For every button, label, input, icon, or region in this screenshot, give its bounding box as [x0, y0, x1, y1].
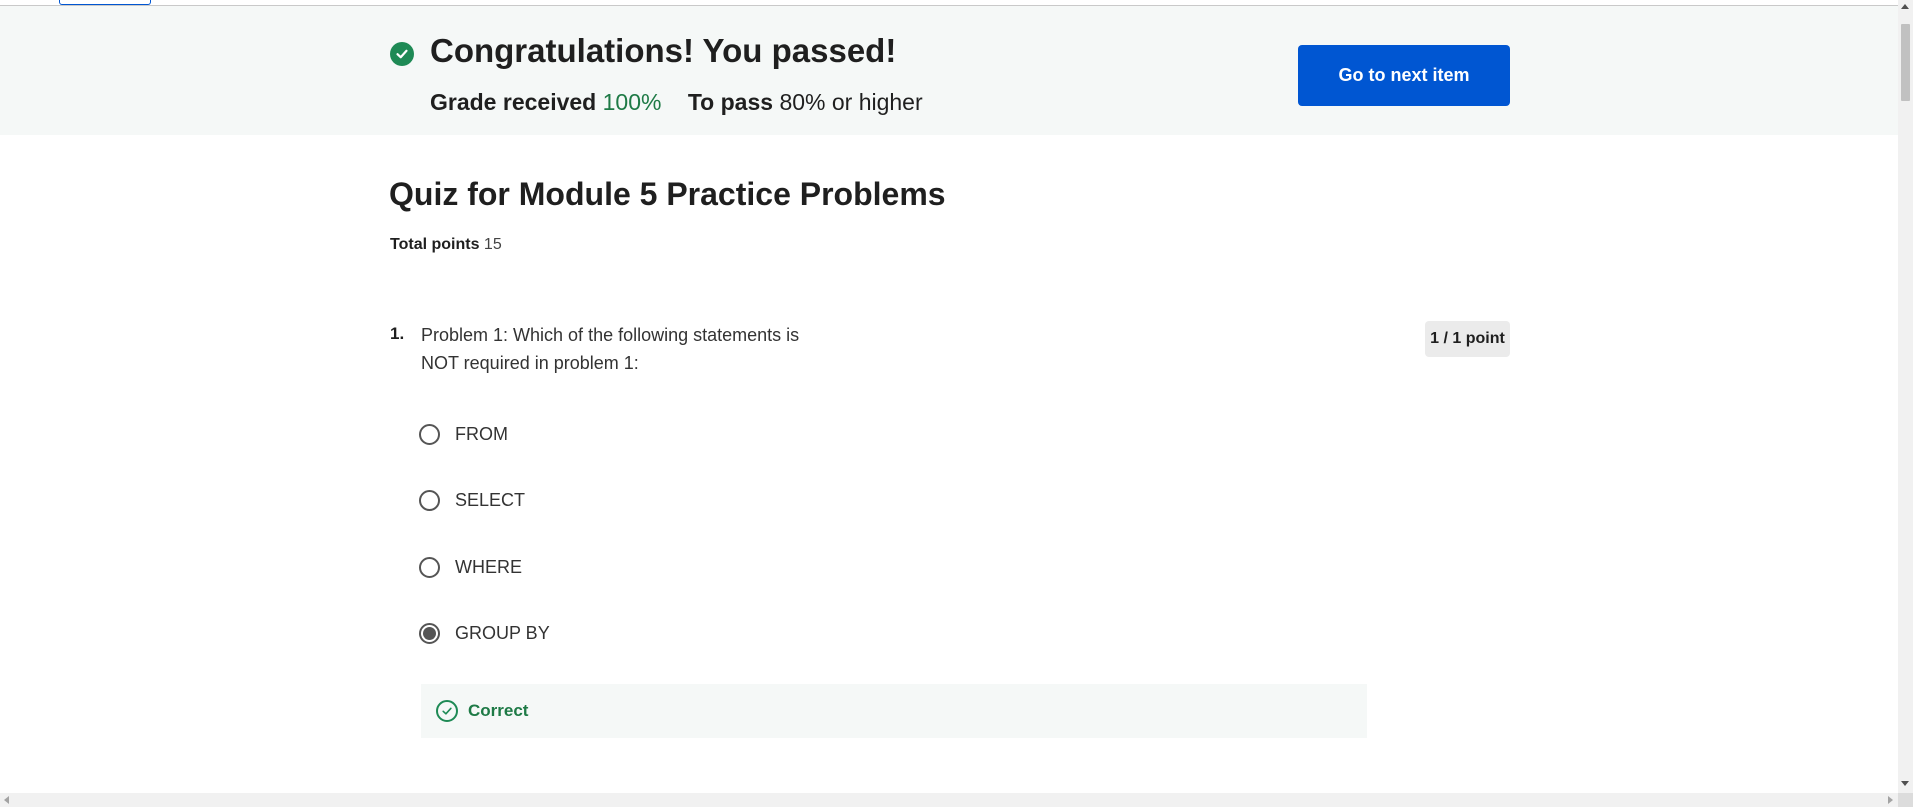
horizontal-scrollbar[interactable]: [0, 793, 1898, 807]
radio-dot: [423, 626, 436, 640]
pass-value: 80% or higher: [779, 89, 923, 115]
next-item-button[interactable]: Go to next item: [1298, 45, 1510, 106]
total-points-label: Total points: [390, 236, 480, 253]
option-label: FROM: [455, 423, 508, 444]
option-label: SELECT: [455, 489, 526, 510]
question-text: Problem 1: Which of the following statem…: [421, 325, 800, 373]
scroll-up-icon[interactable]: [1901, 4, 1909, 9]
feedback-box: Correct: [421, 684, 1367, 738]
radio-button[interactable]: [419, 556, 440, 578]
scroll-thumb[interactable]: [1901, 24, 1910, 101]
total-points: Total points 15: [390, 236, 502, 254]
option-select[interactable]: SELECT: [419, 486, 525, 514]
grade-label: Grade received: [430, 89, 597, 115]
vertical-scrollbar[interactable]: [1898, 0, 1913, 793]
scroll-right-icon[interactable]: [1888, 796, 1893, 804]
points-badge: 1 / 1 point: [1425, 321, 1510, 357]
option-label: WHERE: [455, 556, 522, 577]
radio-button-selected[interactable]: [419, 622, 440, 644]
grade-value: 100%: [602, 89, 662, 115]
page: Congratulations! You passed! Grade recei…: [0, 0, 1913, 807]
option-group-by[interactable]: GROUP BY: [419, 619, 550, 647]
total-points-value: 15: [483, 236, 502, 253]
check-outline-icon: [436, 700, 458, 722]
pass-banner: Congratulations! You passed! Grade recei…: [0, 6, 1898, 135]
option-where[interactable]: WHERE: [419, 553, 522, 581]
option-from[interactable]: FROM: [419, 420, 508, 448]
scroll-left-icon[interactable]: [4, 796, 9, 804]
grade-line: Grade received 100% To pass 80% or highe…: [430, 89, 923, 116]
scroll-down-icon[interactable]: [1901, 781, 1909, 786]
check-circle-icon: [390, 42, 414, 66]
question-number: 1.: [390, 324, 405, 343]
scrollbar-corner: [1898, 793, 1913, 807]
pass-label: To pass: [687, 89, 774, 115]
top-tab[interactable]: [59, 0, 151, 5]
feedback-text: Correct: [468, 701, 529, 720]
radio-button[interactable]: [419, 423, 440, 445]
radio-button[interactable]: [419, 489, 440, 511]
banner-title: Congratulations! You passed!: [430, 32, 897, 69]
option-label: GROUP BY: [455, 622, 550, 643]
quiz-title: Quiz for Module 5 Practice Problems: [389, 176, 946, 212]
